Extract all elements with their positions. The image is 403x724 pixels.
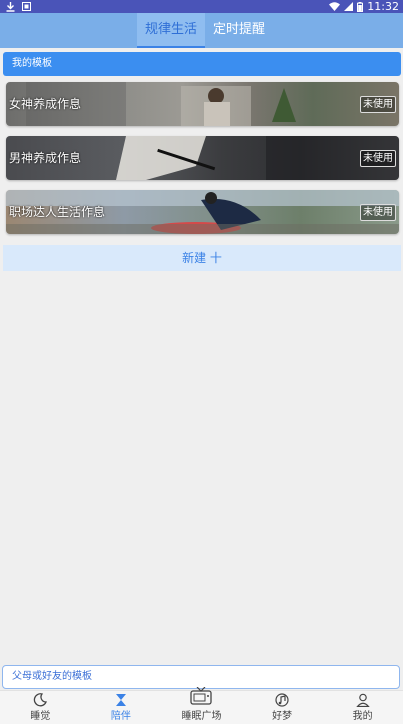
status-badge: 未使用: [360, 204, 396, 221]
status-badge: 未使用: [360, 150, 396, 167]
tab-regular-life[interactable]: 规律生活: [137, 13, 206, 48]
notification-icon: [22, 2, 31, 11]
bottom-nav: 睡觉 陪伴 睡眠广场 好梦 我的: [0, 687, 403, 724]
status-badge: 未使用: [360, 96, 396, 113]
template-card-goddess[interactable]: 女神养成作息 未使用: [6, 82, 399, 126]
template-name: 男神养成作息: [9, 151, 82, 165]
top-header: 规律生活 定时提醒: [0, 13, 403, 48]
template-name: 女神养成作息: [9, 97, 82, 111]
template-name: 职场达人生活作息: [9, 205, 106, 219]
nav-item-good-dream[interactable]: 好梦: [242, 691, 323, 724]
template-card-gentleman[interactable]: 男神养成作息 未使用: [6, 136, 399, 180]
nav-label: 陪伴: [110, 711, 131, 722]
hourglass-icon: [115, 694, 126, 706]
battery-icon: [357, 1, 364, 12]
new-template-button[interactable]: 新建 十: [3, 245, 401, 271]
nav-label: 睡眠广场: [181, 711, 222, 722]
nav-item-mine[interactable]: 我的: [322, 691, 403, 724]
nav-label: 好梦: [272, 711, 293, 722]
music-icon: [275, 693, 289, 707]
nav-item-sleep-square[interactable]: 睡眠广场: [161, 687, 242, 724]
tv-icon: [190, 687, 213, 705]
tab-bar: 规律生活 定时提醒: [137, 13, 273, 48]
my-templates-header: 我的模板: [3, 52, 401, 76]
wifi-icon: [329, 2, 341, 11]
download-icon: [6, 1, 15, 12]
moon-icon: [34, 693, 48, 707]
signal-icon: [344, 2, 354, 11]
template-card-workplace[interactable]: 职场达人生活作息 未使用: [6, 190, 399, 234]
status-bar: 11:32: [0, 0, 403, 13]
status-time: 11:32: [367, 0, 399, 13]
nav-label: 睡觉: [30, 711, 51, 722]
person-icon: [355, 693, 370, 707]
nav-label: 我的: [352, 711, 373, 722]
nav-item-companion[interactable]: 陪伴: [81, 691, 162, 724]
tab-timed-reminder[interactable]: 定时提醒: [205, 13, 273, 48]
parents-templates-bar[interactable]: 父母或好友的模板: [2, 665, 400, 689]
nav-item-sleep[interactable]: 睡觉: [0, 691, 81, 724]
